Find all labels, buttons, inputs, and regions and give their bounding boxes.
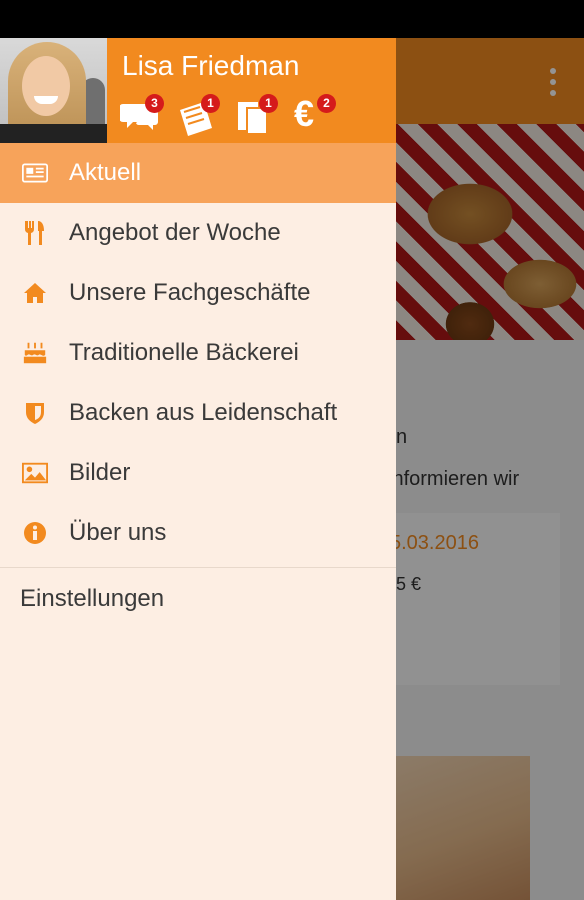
menu-item-label: Bilder (69, 459, 131, 486)
menu-item-angebot[interactable]: Angebot der Woche (0, 203, 396, 263)
credit-badge: 2 (317, 94, 336, 113)
news-icon (22, 160, 48, 186)
menu-item-bilder[interactable]: Bilder (0, 443, 396, 503)
info-icon (22, 520, 48, 546)
menu-item-fachgeschaefte[interactable]: Unsere Fachgeschäfte (0, 263, 396, 323)
drawer-menu: Aktuell Angebot der Woche Unsere Fachges… (0, 143, 396, 630)
drawer-header: Lisa Friedman 3 1 1 € 2 (0, 38, 396, 143)
credit-stat[interactable]: € 2 (292, 93, 336, 136)
cake-icon (22, 340, 48, 366)
messages-badge: 3 (145, 94, 164, 113)
menu-item-aktuell[interactable]: Aktuell (0, 143, 396, 203)
messages-stat[interactable]: 3 (120, 94, 164, 136)
coupons-badge: 1 (201, 94, 220, 113)
status-bar (0, 0, 584, 38)
euro-icon: € (294, 93, 315, 134)
settings-item[interactable]: Einstellungen (0, 568, 396, 630)
coupons-stat[interactable]: 1 (176, 94, 220, 136)
menu-item-label: Angebot der Woche (69, 219, 281, 246)
image-icon (22, 460, 48, 486)
avatar[interactable] (0, 38, 107, 143)
menu-item-baeckerei[interactable]: Traditionelle Bäckerei (0, 323, 396, 383)
menu-item-label: Aktuell (69, 159, 142, 186)
menu-item-label: Über uns (69, 519, 167, 546)
navigation-drawer: Lisa Friedman 3 1 1 € 2 Aktuell Angebot … (0, 38, 396, 900)
user-name: Lisa Friedman (122, 50, 300, 81)
cards-stat[interactable]: 1 (234, 94, 278, 136)
menu-item-label: Traditionelle Bäckerei (69, 339, 299, 366)
cards-badge: 1 (259, 94, 278, 113)
home-icon (22, 280, 48, 306)
menu-item-label: Unsere Fachgeschäfte (69, 279, 311, 306)
menu-item-backen[interactable]: Backen aus Leidenschaft (0, 383, 396, 443)
cutlery-icon (22, 220, 48, 246)
menu-item-label: Backen aus Leidenschaft (69, 399, 338, 426)
shield-icon (22, 400, 48, 426)
menu-item-ueber-uns[interactable]: Über uns (0, 503, 396, 563)
